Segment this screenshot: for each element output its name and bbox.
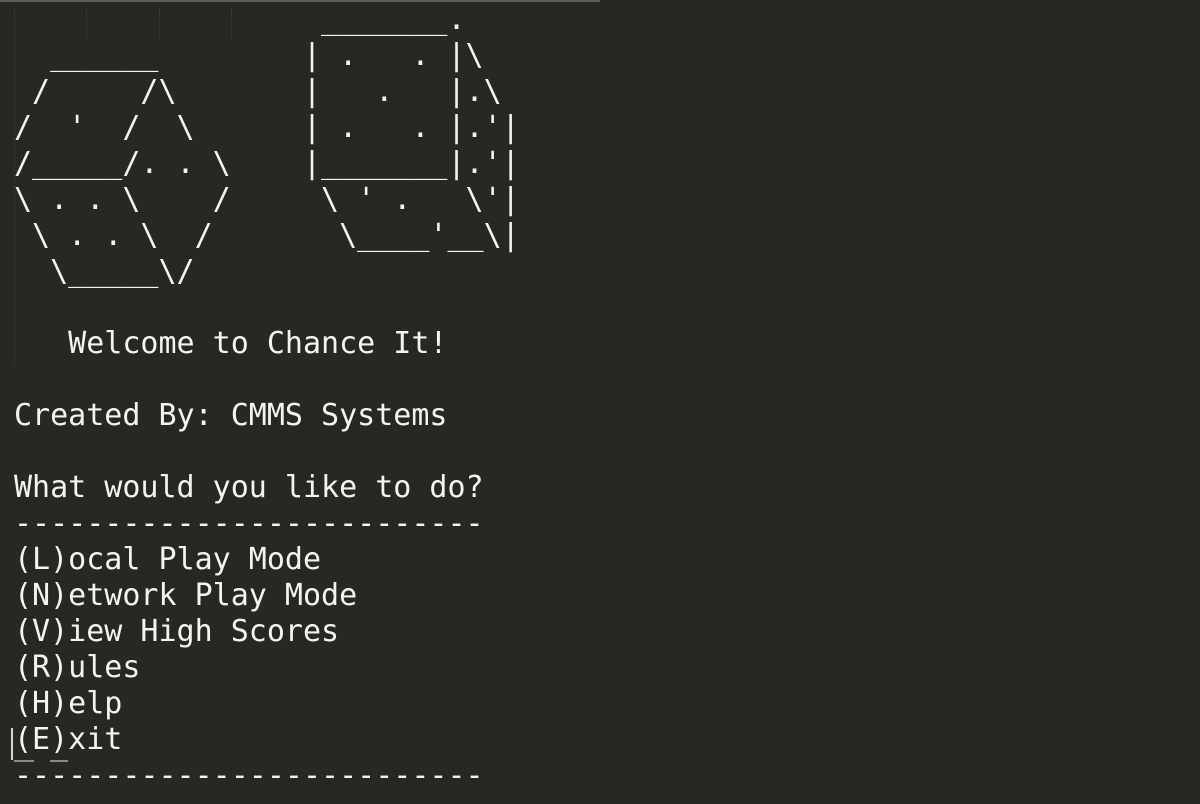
dice-art-line: /_____/. . \ |_______|.'|: [14, 146, 520, 181]
dice-art-line: \ . . \ / \ ' . \'|: [14, 182, 520, 217]
menu-option-local-play[interactable]: (L)ocal Play Mode: [14, 542, 520, 578]
bracket-match-underline: [14, 760, 34, 762]
menu-option-network-play[interactable]: (N)etwork Play Mode: [14, 578, 520, 614]
separator-bottom: --------------------------: [14, 758, 484, 793]
dice-art-line: [14, 290, 520, 326]
menu-option-high-scores[interactable]: (V)iew High Scores: [14, 614, 520, 650]
dice-art-line: \ . . \ / \____'__\|: [14, 218, 520, 253]
menu-option-help[interactable]: (H)elp: [14, 686, 520, 722]
bracket-match-underline: [50, 760, 68, 762]
terminal-output: _______. ______ | . . |\ / /\ | . |.\ / '…: [14, 2, 520, 794]
created-by-text: Created By: CMMS Systems: [14, 398, 448, 433]
menu-option-rules[interactable]: (R)ules: [14, 650, 520, 686]
dice-art-line: ______ | . . |\: [14, 38, 484, 73]
dice-art-line: / ' / \ | . . |.'|: [14, 110, 520, 145]
dice-art-line: \_____\/: [14, 254, 195, 289]
dice-art-line: _______.: [14, 2, 466, 37]
dice-art-line: / /\ | . |.\: [14, 74, 502, 109]
menu-option-exit[interactable]: (E)xit: [14, 722, 520, 758]
separator-top: --------------------------: [14, 506, 484, 541]
text-cursor: [11, 728, 13, 760]
welcome-text: Welcome to Chance It!: [14, 326, 448, 361]
menu-prompt: What would you like to do?: [14, 470, 484, 505]
